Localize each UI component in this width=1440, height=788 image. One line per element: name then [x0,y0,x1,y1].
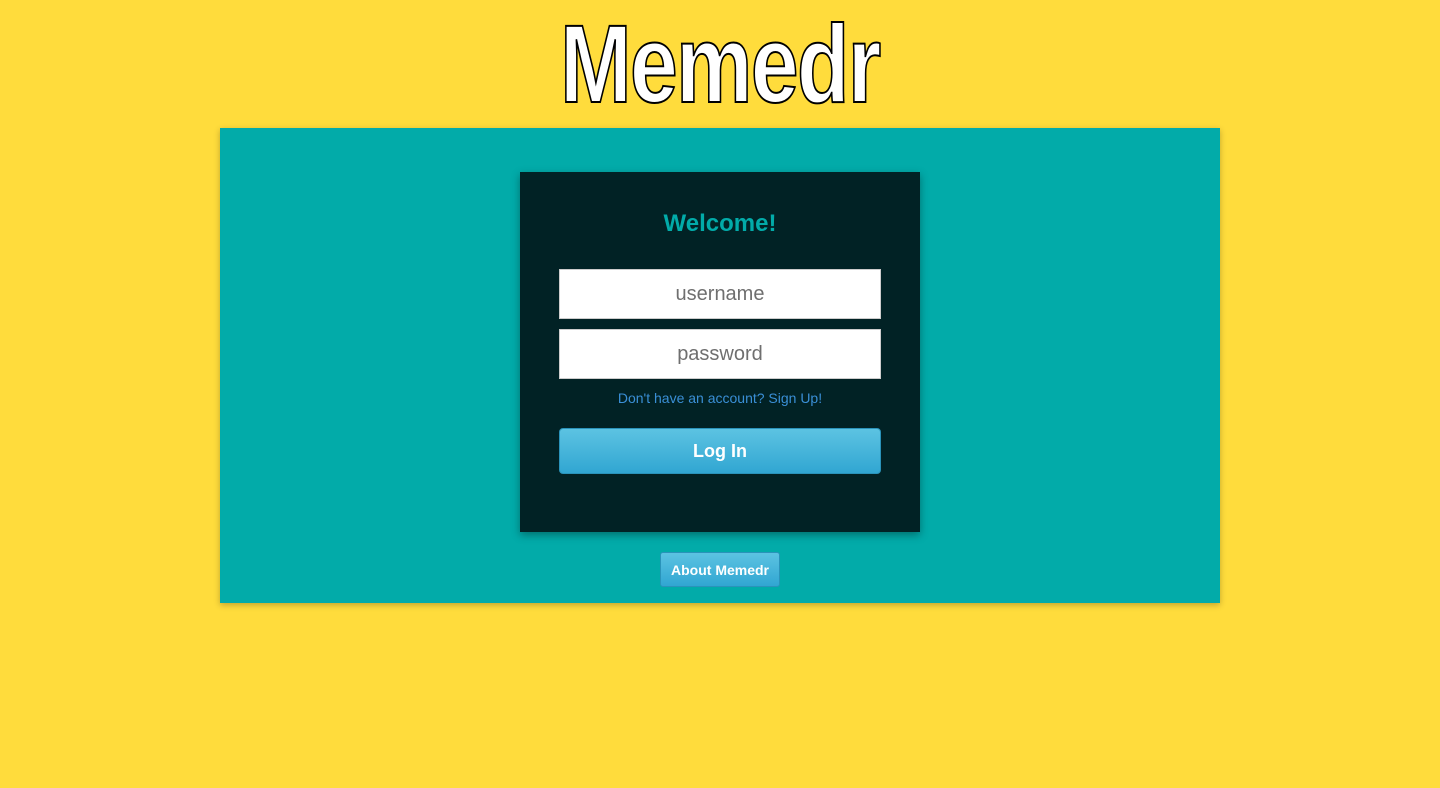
username-input[interactable] [559,269,881,319]
login-button[interactable]: Log In [559,428,881,474]
login-card: Welcome! Don't have an account? Sign Up!… [520,172,920,532]
password-input[interactable] [559,329,881,379]
welcome-heading: Welcome! [663,210,777,237]
header: Memedr [0,0,1440,128]
main-panel: Welcome! Don't have an account? Sign Up!… [220,128,1220,603]
app-logo: Memedr [559,3,882,126]
about-button[interactable]: About Memedr [660,552,780,587]
signup-link[interactable]: Don't have an account? Sign Up! [520,390,920,406]
